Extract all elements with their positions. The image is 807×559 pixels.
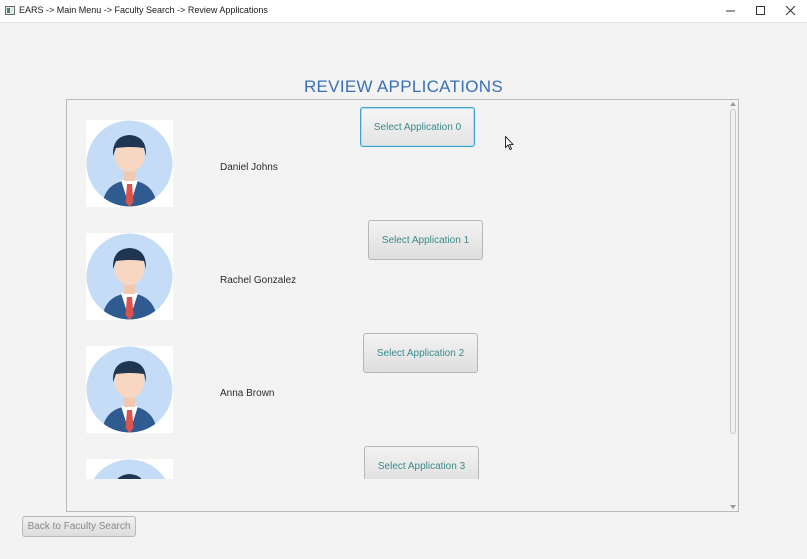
minimize-button[interactable]: [714, 0, 748, 22]
applications-list: Daniel Johns Select Application 0 Rachel…: [67, 100, 729, 479]
list-item: Anna Brown Select Application 2: [67, 326, 729, 439]
scrollbar-thumb[interactable]: [730, 109, 736, 434]
scroll-down-arrow-icon[interactable]: [730, 505, 736, 509]
vertical-scrollbar[interactable]: [728, 100, 738, 511]
page-title: REVIEW APPLICATIONS: [303, 77, 504, 96]
maximize-icon: [756, 6, 765, 15]
applicant-name: Anna Brown: [220, 388, 275, 399]
applications-scroll-pane[interactable]: Daniel Johns Select Application 0 Rachel…: [66, 99, 739, 512]
mouse-pointer-icon: [505, 136, 514, 151]
person-avatar-icon: [86, 459, 173, 479]
person-avatar-icon: [86, 120, 173, 207]
scroll-up-arrow-icon[interactable]: [730, 102, 736, 106]
maximize-button[interactable]: [744, 0, 778, 22]
select-application-0-button[interactable]: Select Application 0: [360, 107, 475, 147]
applicant-name: Rachel Gonzalez: [220, 275, 297, 286]
window-title-bar[interactable]: EARS -> Main Menu -> Faculty Search -> R…: [0, 0, 807, 23]
person-avatar-icon: [86, 233, 173, 320]
app-window-icon: [5, 6, 15, 15]
person-avatar-icon: [86, 346, 173, 433]
close-button[interactable]: [774, 0, 807, 22]
select-application-3-button[interactable]: Select Application 3: [364, 446, 479, 479]
list-item: Rachel Gonzalez Select Application 1: [67, 213, 729, 326]
back-to-faculty-search-button[interactable]: Back to Faculty Search: [22, 516, 136, 537]
select-application-2-button[interactable]: Select Application 2: [363, 333, 478, 373]
list-item: Daniel Johns Select Application 0: [67, 100, 729, 213]
minimize-icon: [726, 10, 735, 12]
window-title: EARS -> Main Menu -> Faculty Search -> R…: [19, 5, 268, 15]
applicant-name: Daniel Johns: [220, 162, 278, 173]
select-application-1-button[interactable]: Select Application 1: [368, 220, 483, 260]
list-item: Select Application 3: [67, 439, 729, 479]
close-icon: [786, 6, 796, 16]
